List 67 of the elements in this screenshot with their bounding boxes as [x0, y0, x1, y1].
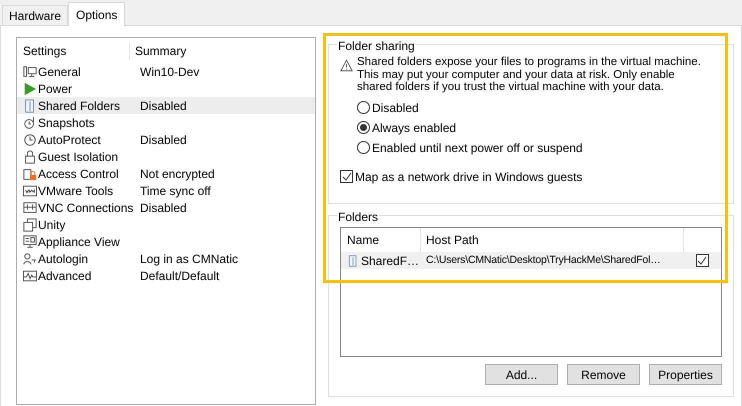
column-header[interactable]: Settings: [17, 42, 130, 60]
clock-icon: [23, 116, 37, 130]
checkbox[interactable]: [696, 254, 708, 267]
setting-name: Guest Isolation: [37, 148, 120, 166]
pulse-icon: [23, 268, 37, 282]
settings-row[interactable]: Guest Isolation: [17, 148, 315, 165]
settings-row[interactable]: Unity: [17, 216, 315, 233]
tab[interactable]: Options: [68, 2, 126, 26]
network-icon: [23, 200, 37, 214]
setting-summary: Disabled: [139, 132, 187, 148]
setting-summary: Time sync off: [139, 182, 211, 200]
setting-summary: Disabled: [139, 200, 187, 216]
setting-name: AutoProtect: [37, 132, 102, 148]
clock-icon: [23, 132, 37, 146]
settings-row[interactable]: AutoProtect Disabled: [17, 131, 315, 148]
dialog-button[interactable]: Properties: [649, 364, 722, 385]
lock-icon: [23, 166, 37, 180]
settings-row[interactable]: Power: [17, 80, 315, 97]
tab[interactable]: Hardware: [2, 5, 68, 25]
settings-row[interactable]: Snapshots: [17, 114, 315, 131]
user-key-icon: [23, 252, 37, 266]
warning-text: Shared folders expose your files to programs in the virtual machine. This may put your computer and your data at risk. Only enable shared folders if you trust the virtual machine with your data.: [357, 56, 702, 94]
table-cell-text: SharedF…: [361, 252, 420, 270]
settings-row[interactable]: Access Control Not encrypted: [17, 165, 315, 182]
radio-button[interactable]: [357, 121, 370, 134]
monitor-icon: [23, 234, 37, 248]
dialog-button[interactable]: Remove: [567, 364, 640, 385]
folder-icon: [23, 98, 37, 112]
monitor-icon: [23, 64, 37, 78]
checkbox[interactable]: [340, 170, 353, 183]
checkbox-option[interactable]: Map as a network drive in Windows guests: [340, 168, 582, 186]
settings-row[interactable]: Appliance View: [17, 233, 315, 250]
setting-name: Appliance View: [37, 234, 121, 250]
setting-summary: Disabled: [139, 98, 187, 114]
setting-name: General: [37, 64, 82, 80]
settings-row[interactable]: VMware Tools Time sync off: [17, 182, 315, 199]
settings-row[interactable]: Advanced Default/Default: [17, 267, 315, 284]
folder-icon: [347, 254, 359, 268]
settings-row[interactable]: Shared Folders Disabled: [17, 97, 315, 114]
setting-name: Power: [37, 80, 74, 98]
setting-name: VNC Connections: [37, 200, 134, 216]
radio-option[interactable]: Disabled: [357, 100, 419, 114]
setting-summary: Log in as CMNatic: [139, 250, 238, 268]
settings-row[interactable]: VNC Connections Disabled: [17, 199, 315, 216]
radio-button[interactable]: [357, 141, 370, 154]
setting-name: Unity: [37, 216, 66, 234]
settings-row[interactable]: Autologin Log in as CMNatic: [17, 250, 315, 267]
setting-name: Access Control: [37, 166, 120, 182]
setting-summary: Win10-Dev: [139, 64, 200, 80]
setting-name: Shared Folders: [37, 98, 122, 114]
setting-name: Snapshots: [37, 114, 96, 132]
folder-row[interactable]: SharedF… C:\Users\CMNatic\Desktop\TryHackMe\SharedFol…: [341, 252, 721, 269]
radio-button[interactable]: [357, 101, 370, 114]
setting-summary: Default/Default: [139, 268, 220, 284]
setting-name: Autologin: [37, 250, 90, 268]
settings-row[interactable]: General Win10-Dev: [17, 63, 315, 80]
column-header[interactable]: Summary: [130, 42, 186, 60]
setting-name: Advanced: [37, 268, 92, 284]
lock-icon: [23, 150, 37, 164]
radio-option[interactable]: Always enabled: [357, 120, 456, 134]
setting-name: VMware Tools: [37, 182, 114, 200]
table-cell-text: C:\Users\CMNatic\Desktop\TryHackMe\SharedFol…: [425, 252, 662, 268]
vm-icon: [23, 184, 37, 198]
radio-option[interactable]: Enabled until next power off or suspend: [357, 140, 583, 154]
setting-summary: Not encrypted: [139, 166, 215, 182]
warning-icon: [340, 59, 353, 72]
dialog-button[interactable]: Add...: [485, 364, 558, 385]
